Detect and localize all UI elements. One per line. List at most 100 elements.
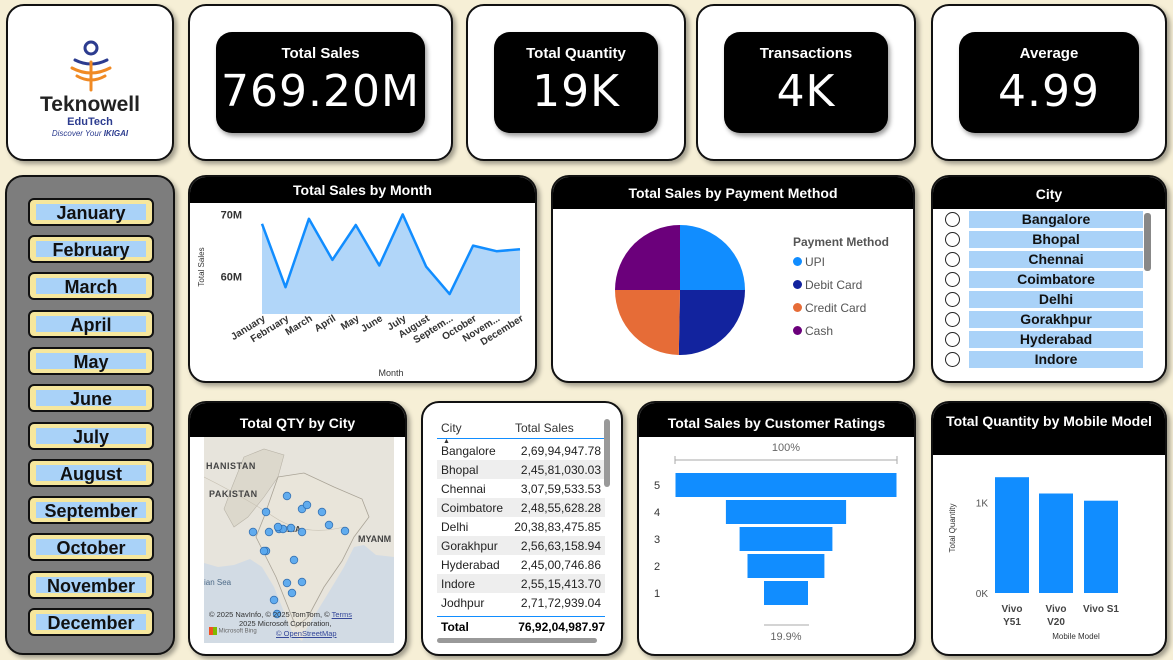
cell-city: Indore (441, 576, 476, 591)
month-button-june[interactable]: June (28, 384, 154, 412)
kpi-label: Transactions (759, 45, 853, 62)
logo-tagline: Discover Your IKIGAI (8, 129, 172, 138)
month-label: May (36, 353, 146, 371)
month-button-march[interactable]: March (28, 272, 154, 300)
city-slicer-card: City Bangalore Bhopal Chennai Coimbatore… (931, 175, 1167, 383)
kpi-label: Total Sales (281, 45, 360, 62)
month-label: November (36, 577, 146, 595)
month-button-january[interactable]: January (28, 198, 154, 226)
logo-tagline-b: IKIGAI (103, 129, 129, 138)
cell-city: Jodhpur (441, 595, 485, 610)
x-tick-label: V20 (1047, 617, 1065, 628)
cell-city: Chennai (441, 481, 486, 496)
radio-button[interactable] (945, 292, 960, 307)
city-slicer-title: City (933, 177, 1165, 209)
table-row[interactable]: Chennai 3,07,59,533.53 (437, 479, 605, 498)
city-sales-table: Bangalore 2,69,94,947.78 Bhopal 2,45,81,03… (437, 441, 605, 612)
city-label: Delhi (969, 291, 1143, 308)
month-label: December (36, 614, 146, 632)
radio-button[interactable] (945, 272, 960, 287)
city-label: Indore (969, 351, 1143, 368)
month-button-july[interactable]: July (28, 422, 154, 450)
month-button-may[interactable]: May (28, 347, 154, 375)
radio-button[interactable] (945, 252, 960, 267)
attribution-text: © 2025 NavInfo, © 2025 TomTom, © (209, 610, 330, 619)
city-label: Bhopal (969, 231, 1143, 248)
radio-button[interactable] (945, 232, 960, 247)
table-vertical-scrollbar[interactable] (604, 419, 610, 487)
table-row[interactable]: Bangalore 2,69,94,947.78 (437, 441, 605, 460)
cell-sales: 2,71,72,939.04 (520, 595, 601, 610)
funnel-bar (739, 527, 833, 551)
month-button-november[interactable]: November (28, 571, 154, 599)
table-row[interactable]: Delhi 20,38,83,475.85 (437, 517, 605, 536)
x-axis-label: Mobile Model (1052, 632, 1100, 641)
radio-button[interactable] (945, 212, 960, 227)
city-option-chennai[interactable]: Chennai (945, 251, 1143, 269)
month-button-february[interactable]: February (28, 235, 154, 263)
funnel-bar (747, 554, 825, 578)
month-label: April (36, 316, 146, 334)
bing-icon (209, 627, 217, 635)
sales-by-month-chart[interactable]: 60M70MJanuaryFebruaryMarchApril MayJune Ju… (190, 177, 535, 381)
month-label: October (36, 539, 146, 557)
legend-swatch (793, 280, 802, 289)
city-option-hyderabad[interactable]: Hyderabad (945, 331, 1143, 349)
month-button-october[interactable]: October (28, 533, 154, 561)
table-header: City Total Sales ▲ (437, 419, 605, 445)
customer-ratings-funnel[interactable]: 100% 5 4 3 2 1 19.9% (639, 403, 914, 654)
legend-title: Payment Method (793, 235, 890, 249)
map-label-sea: ian Sea (204, 578, 232, 587)
city-option-bangalore[interactable]: Bangalore (945, 211, 1143, 229)
terms-link[interactable]: Terms (332, 610, 352, 619)
city-slicer-scrollbar[interactable] (1144, 213, 1151, 271)
month-label: August (36, 465, 146, 483)
qty-by-city-map-card: Total QTY by City HANISTAN PAKISTAN INDI… (188, 401, 407, 656)
month-label: September (36, 502, 146, 520)
legend-item-credit-card[interactable]: Credit Card (793, 297, 889, 320)
legend-item-upi[interactable]: UPI (793, 251, 889, 274)
month-button-august[interactable]: August (28, 459, 154, 487)
cell-city: Coimbatore (441, 500, 504, 515)
city-option-delhi[interactable]: Delhi (945, 291, 1143, 309)
table-row[interactable]: Hyderabad 2,45,00,746.86 (437, 555, 605, 574)
y-tick-label: 70M (221, 209, 242, 221)
pie-legend: Payment Method UPI Debit Card Credit Car… (793, 235, 889, 343)
funnel-bar (764, 581, 808, 605)
radio-button[interactable] (945, 332, 960, 347)
city-option-coimbatore[interactable]: Coimbatore (945, 271, 1143, 289)
city-sales-table-card: City Total Sales ▲ Bangalore 2,69,94,947.… (421, 401, 623, 656)
pie-slice (615, 225, 680, 290)
table-row[interactable]: Gorakhpur 2,56,63,158.94 (437, 536, 605, 555)
legend-item-debit-card[interactable]: Debit Card (793, 274, 889, 297)
map-attribution: © 2025 NavInfo, © 2025 TomTom, © Terms 2… (209, 610, 399, 628)
kpi-total-quantity: Total Quantity 19K (466, 4, 686, 161)
legend-item-cash[interactable]: Cash (793, 320, 889, 343)
table-horizontal-scrollbar[interactable] (437, 638, 597, 643)
table-row[interactable]: Indore 2,55,15,413.70 (437, 574, 605, 593)
table-row[interactable]: Jodhpur 2,71,72,939.04 (437, 593, 605, 612)
total-label: Total (441, 620, 469, 634)
x-tick-label: Y51 (1003, 617, 1021, 628)
table-row[interactable]: Coimbatore 2,48,55,628.28 (437, 498, 605, 517)
quantity-by-mobile-chart[interactable]: 0K 1K Vivo Y51 Vivo V20 Vivo S1 Total Quantity M… (933, 403, 1165, 654)
y-tick-label: 0K (976, 589, 989, 600)
month-button-april[interactable]: April (28, 310, 154, 338)
radio-button[interactable] (945, 352, 960, 367)
month-button-september[interactable]: September (28, 496, 154, 524)
cell-sales: 2,56,63,158.94 (520, 538, 601, 553)
city-option-indore[interactable]: Indore (945, 351, 1143, 369)
city-option-gorakhpur[interactable]: Gorakhpur (945, 311, 1143, 329)
funnel-category-label: 4 (654, 507, 660, 519)
month-button-december[interactable]: December (28, 608, 154, 636)
column-header-total-sales[interactable]: Total Sales (513, 419, 574, 438)
cell-sales: 2,48,55,628.28 (520, 500, 601, 515)
x-tick-label: Vivo (1046, 604, 1067, 615)
map-label-india: INDIA (279, 525, 301, 534)
customer-ratings-card: Total Sales by Customer Ratings 100% 5 4 3 2… (637, 401, 916, 656)
city-option-bhopal[interactable]: Bhopal (945, 231, 1143, 249)
osm-link[interactable]: © OpenStreetMap (276, 629, 337, 638)
table-row[interactable]: Bhopal 2,45,81,030.03 (437, 460, 605, 479)
radio-button[interactable] (945, 312, 960, 327)
y-tick-label: 1K (976, 499, 989, 510)
